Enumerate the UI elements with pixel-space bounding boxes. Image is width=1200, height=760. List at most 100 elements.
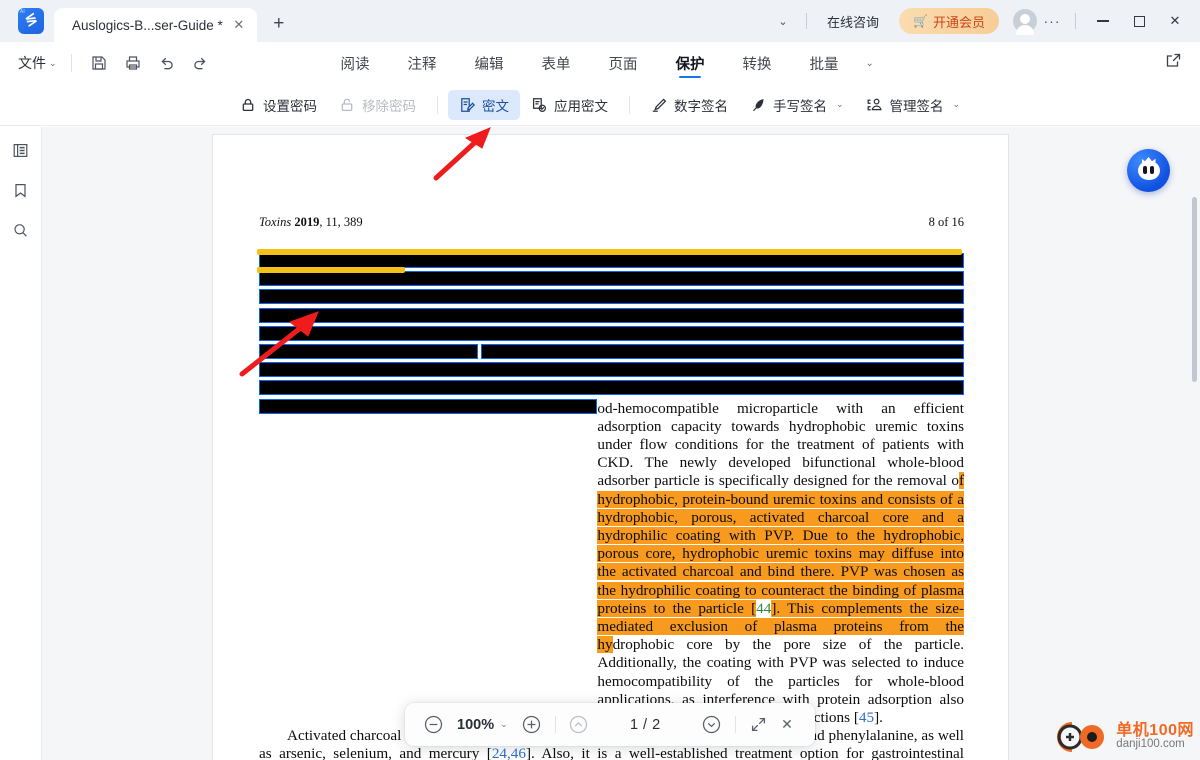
redacted-line[interactable] [257, 249, 964, 268]
undo-icon[interactable] [154, 50, 180, 76]
redacted-line[interactable] [259, 343, 964, 359]
ai-assistant-button[interactable] [1127, 149, 1170, 192]
zoom-level-label[interactable]: 100% [457, 717, 494, 733]
citation-ref[interactable]: 45 [859, 709, 874, 726]
maximize-button[interactable] [1122, 6, 1156, 36]
pdf-editor-window: AI Auslogics-B...ser-Guide * ✕ + ⌄ 在线咨询 … [0, 0, 1200, 760]
button-label: 设置密码 [262, 98, 317, 114]
scrollbar-thumb[interactable] [1192, 197, 1197, 382]
next-page-button[interactable] [698, 711, 726, 739]
tab-batch[interactable]: 批量 [791, 42, 858, 84]
search-icon [12, 222, 29, 244]
handwritten-signature-button[interactable]: 手写签名 ⌄ [739, 90, 855, 120]
site-watermark: 单机100网 danji100.com [1054, 720, 1194, 754]
tab-form[interactable]: 表单 [523, 42, 590, 84]
crown-icon [1141, 157, 1156, 163]
manage-sign-icon [866, 97, 883, 113]
redaction-bar[interactable] [259, 289, 964, 305]
divider [1075, 13, 1076, 29]
watermark-logo-icon [1054, 720, 1110, 754]
redacted-line[interactable] [259, 289, 964, 305]
minimize-button[interactable] [1086, 6, 1120, 36]
avatar[interactable] [1013, 9, 1037, 35]
tab-convert[interactable]: 转换 [724, 42, 791, 84]
upgrade-vip-button[interactable]: 🛒 开通会员 [899, 8, 999, 34]
document-tab[interactable]: Auslogics-B...ser-Guide * ✕ [54, 8, 257, 42]
paragraph-1: od-hemocompatible microparticle with an … [259, 400, 964, 728]
new-tab-button[interactable]: + [265, 10, 293, 38]
close-icon[interactable]: ✕ [229, 15, 249, 35]
apply-redaction-button[interactable]: 应用密文 [520, 90, 619, 120]
redo-icon[interactable] [188, 50, 214, 76]
chevron-down-icon[interactable]: ⌄ [500, 719, 508, 730]
chevron-down-icon[interactable]: ⌄ [858, 58, 882, 69]
page-running-head: Toxins 2019, 11, 389 8 of 16 [259, 215, 964, 230]
ai-mascot-icon [1137, 157, 1160, 180]
unlock-icon [339, 97, 355, 113]
previous-page-button[interactable] [565, 711, 593, 739]
journal-citation: Toxins 2019, 11, 389 [259, 215, 363, 230]
redacted-text-block[interactable] [257, 249, 964, 414]
remove-password-button[interactable]: 移除密码 [328, 90, 427, 120]
redaction-bar[interactable] [259, 343, 478, 359]
tab-read[interactable]: 阅读 [322, 42, 389, 84]
redacted-line[interactable] [259, 307, 964, 323]
thumbnails-icon [12, 142, 29, 164]
tab-page[interactable]: 页面 [590, 42, 657, 84]
digital-signature-button[interactable]: 数字签名 [640, 90, 739, 120]
redact-button[interactable]: 密文 [447, 89, 520, 120]
redacted-line[interactable] [259, 398, 964, 414]
divider [436, 95, 438, 114]
button-label: 手写签名 [772, 98, 827, 114]
tab-protect[interactable]: 保护 [657, 42, 724, 84]
yellow-highlight [257, 249, 962, 255]
vertical-scrollbar[interactable] [1189, 127, 1200, 760]
set-password-button[interactable]: 设置密码 [229, 90, 328, 120]
watermark-line1: 单机100网 [1116, 721, 1194, 739]
redaction-bar[interactable] [259, 271, 964, 287]
page-text-body: od-hemocompatible microparticle with an … [257, 249, 964, 760]
redaction-bar[interactable] [259, 380, 964, 396]
redacted-line[interactable] [259, 362, 964, 378]
pdf-page: Toxins 2019, 11, 389 8 of 16 od-hemocomp… [213, 135, 1008, 760]
chevron-down-icon: ⌄ [952, 99, 961, 109]
tab-annotate[interactable]: 注释 [389, 42, 456, 84]
redacted-line[interactable] [259, 325, 964, 341]
zoom-in-button[interactable] [518, 711, 546, 739]
divider [628, 95, 630, 114]
file-menu[interactable]: 文件 ⌄ [18, 53, 57, 73]
manage-signature-button[interactable]: 管理签名 ⌄ [855, 90, 972, 120]
left-panel-rail [0, 127, 42, 760]
panel-bookmarks[interactable] [7, 179, 35, 207]
tab-edit[interactable]: 编辑 [456, 42, 523, 84]
zoom-out-button[interactable] [419, 711, 447, 739]
page-indicator[interactable]: 1 / 2 [630, 717, 661, 733]
redaction-bar[interactable] [259, 398, 598, 414]
button-label: 数字签名 [673, 98, 728, 114]
redaction-bar[interactable] [259, 325, 964, 341]
citation-ref[interactable]: 44 [756, 600, 771, 617]
close-button[interactable]: ✕ [1158, 6, 1192, 36]
fullscreen-button[interactable] [745, 711, 773, 739]
panel-search[interactable] [7, 219, 35, 247]
save-icon[interactable] [86, 50, 112, 76]
redaction-bar[interactable] [259, 307, 964, 323]
redacted-line[interactable] [259, 380, 964, 396]
share-icon[interactable] [1165, 52, 1182, 74]
redaction-bar[interactable] [259, 362, 964, 378]
more-icon[interactable]: ··· [1039, 8, 1065, 34]
print-icon[interactable] [120, 50, 146, 76]
redaction-bar[interactable] [481, 343, 964, 359]
citation-ref[interactable]: 24,46 [492, 745, 526, 760]
redacted-line[interactable] [257, 267, 964, 287]
redaction-bar[interactable] [259, 253, 964, 268]
para1-end: ]. [874, 708, 883, 726]
close-toolbar-button[interactable]: ✕ [773, 711, 801, 739]
chevron-down-icon[interactable]: ⌄ [770, 8, 796, 34]
chevron-down-icon: ⌄ [835, 99, 844, 109]
document-viewport[interactable]: Toxins 2019, 11, 389 8 of 16 od-hemocomp… [42, 127, 1200, 760]
protect-toolbar: 设置密码 移除密码 密文 应用密文 数字签名 手写签名 ⌄ 管理签名 ⌄ [0, 84, 1200, 126]
online-consult-link[interactable]: 在线咨询 [817, 12, 889, 31]
panel-thumbnails[interactable] [7, 139, 35, 167]
cart-icon: 🛒 [913, 14, 928, 28]
